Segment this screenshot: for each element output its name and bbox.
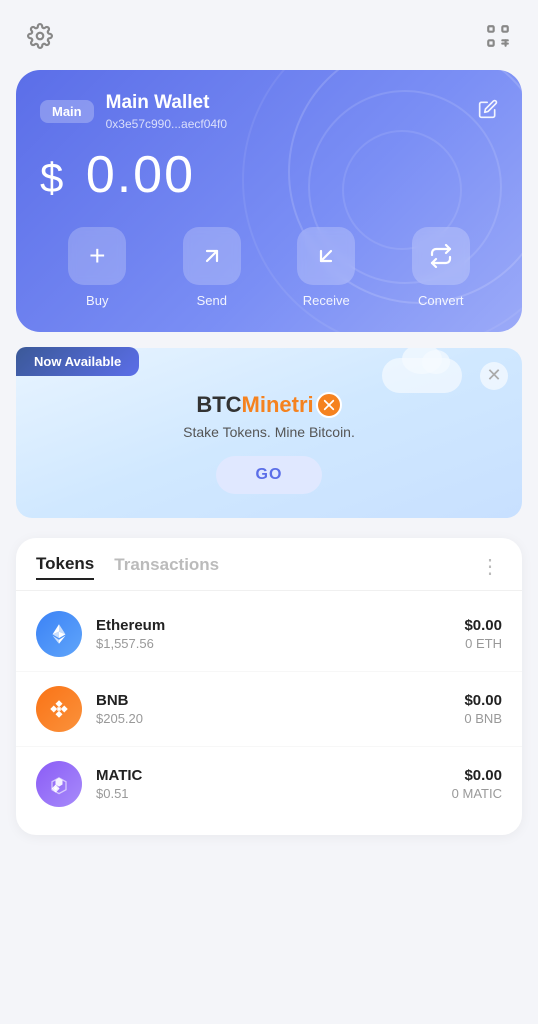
buy-button[interactable]: + <box>68 227 126 285</box>
tokens-tabs: Tokens Transactions ⋮ <box>16 538 522 591</box>
send-label: Send <box>197 293 227 308</box>
receive-button[interactable] <box>297 227 355 285</box>
bnb-price: $205.20 <box>96 711 450 726</box>
wallet-header: Main Main Wallet 0x3e57c990...aecf04f0 <box>40 92 498 131</box>
bnb-amount: 0 BNB <box>464 711 502 726</box>
receive-label: Receive <box>303 293 350 308</box>
svg-text:◈: ◈ <box>51 783 60 794</box>
bnb-info: BNB $205.20 <box>96 692 450 726</box>
token-item-matic[interactable]: ◈ MATIC $0.51 $0.00 0 MATIC <box>16 747 522 821</box>
tab-transactions[interactable]: Transactions <box>114 555 219 579</box>
eth-price: $1,557.56 <box>96 636 450 651</box>
tab-tokens[interactable]: Tokens <box>36 554 94 580</box>
bnb-icon <box>36 686 82 732</box>
wallet-actions: + Buy Send Receive <box>40 227 498 308</box>
matic-price: $0.51 <box>96 786 438 801</box>
wallet-address: 0x3e57c990...aecf04f0 <box>106 117 466 131</box>
buy-label: Buy <box>86 293 108 308</box>
matic-value: $0.00 0 MATIC <box>452 767 502 801</box>
matic-name: MATIC <box>96 767 438 784</box>
bnb-usd: $0.00 <box>464 692 502 709</box>
promo-title-minetri: Minetri <box>242 392 314 418</box>
settings-icon[interactable] <box>22 18 58 54</box>
wallet-name: Main Wallet <box>106 92 466 115</box>
promo-title: BTC Minetri <box>36 392 502 418</box>
promo-go-button[interactable]: GO <box>216 456 323 494</box>
matic-usd: $0.00 <box>452 767 502 784</box>
eth-amount: 0 ETH <box>464 636 502 651</box>
buy-action[interactable]: + Buy <box>68 227 126 308</box>
promo-title-icon <box>316 392 342 418</box>
token-item-bnb[interactable]: BNB $205.20 $0.00 0 BNB <box>16 672 522 747</box>
bnb-name: BNB <box>96 692 450 709</box>
receive-action[interactable]: Receive <box>297 227 355 308</box>
convert-action[interactable]: Convert <box>412 227 470 308</box>
wallet-balance: $ 0.00 <box>40 145 498 205</box>
tabs-more-icon[interactable]: ⋮ <box>480 557 502 577</box>
promo-subtitle: Stake Tokens. Mine Bitcoin. <box>36 424 502 440</box>
promo-close-button[interactable]: ✕ <box>480 362 508 390</box>
currency-symbol: $ <box>40 154 65 201</box>
promo-title-btc: BTC <box>196 392 241 418</box>
matic-info: MATIC $0.51 <box>96 767 438 801</box>
send-button[interactable] <box>183 227 241 285</box>
convert-label: Convert <box>418 293 464 308</box>
convert-button[interactable] <box>412 227 470 285</box>
token-list: Ethereum $1,557.56 $0.00 0 ETH BNB <box>16 591 522 827</box>
wallet-edit-button[interactable] <box>478 99 498 124</box>
promo-label: Now Available <box>16 347 139 376</box>
send-action[interactable]: Send <box>183 227 241 308</box>
eth-name: Ethereum <box>96 617 450 634</box>
scan-icon[interactable] <box>480 18 516 54</box>
promo-wrapper: Now Available ✕ BTC Minetri Stake Tokens… <box>16 348 522 518</box>
eth-usd: $0.00 <box>464 617 502 634</box>
top-bar <box>0 0 538 64</box>
balance-amount: 0.00 <box>86 146 195 204</box>
matic-amount: 0 MATIC <box>452 786 502 801</box>
wallet-name-block: Main Wallet 0x3e57c990...aecf04f0 <box>106 92 466 131</box>
tokens-section: Tokens Transactions ⋮ Ethereum $1,557.56 <box>16 538 522 835</box>
wallet-card: Main Main Wallet 0x3e57c990...aecf04f0 $… <box>16 70 522 332</box>
promo-cloud-decoration <box>382 358 462 393</box>
wallet-badge: Main <box>40 100 94 123</box>
eth-icon <box>36 611 82 657</box>
bnb-value: $0.00 0 BNB <box>464 692 502 726</box>
matic-icon: ◈ <box>36 761 82 807</box>
eth-info: Ethereum $1,557.56 <box>96 617 450 651</box>
token-item-eth[interactable]: Ethereum $1,557.56 $0.00 0 ETH <box>16 597 522 672</box>
eth-value: $0.00 0 ETH <box>464 617 502 651</box>
